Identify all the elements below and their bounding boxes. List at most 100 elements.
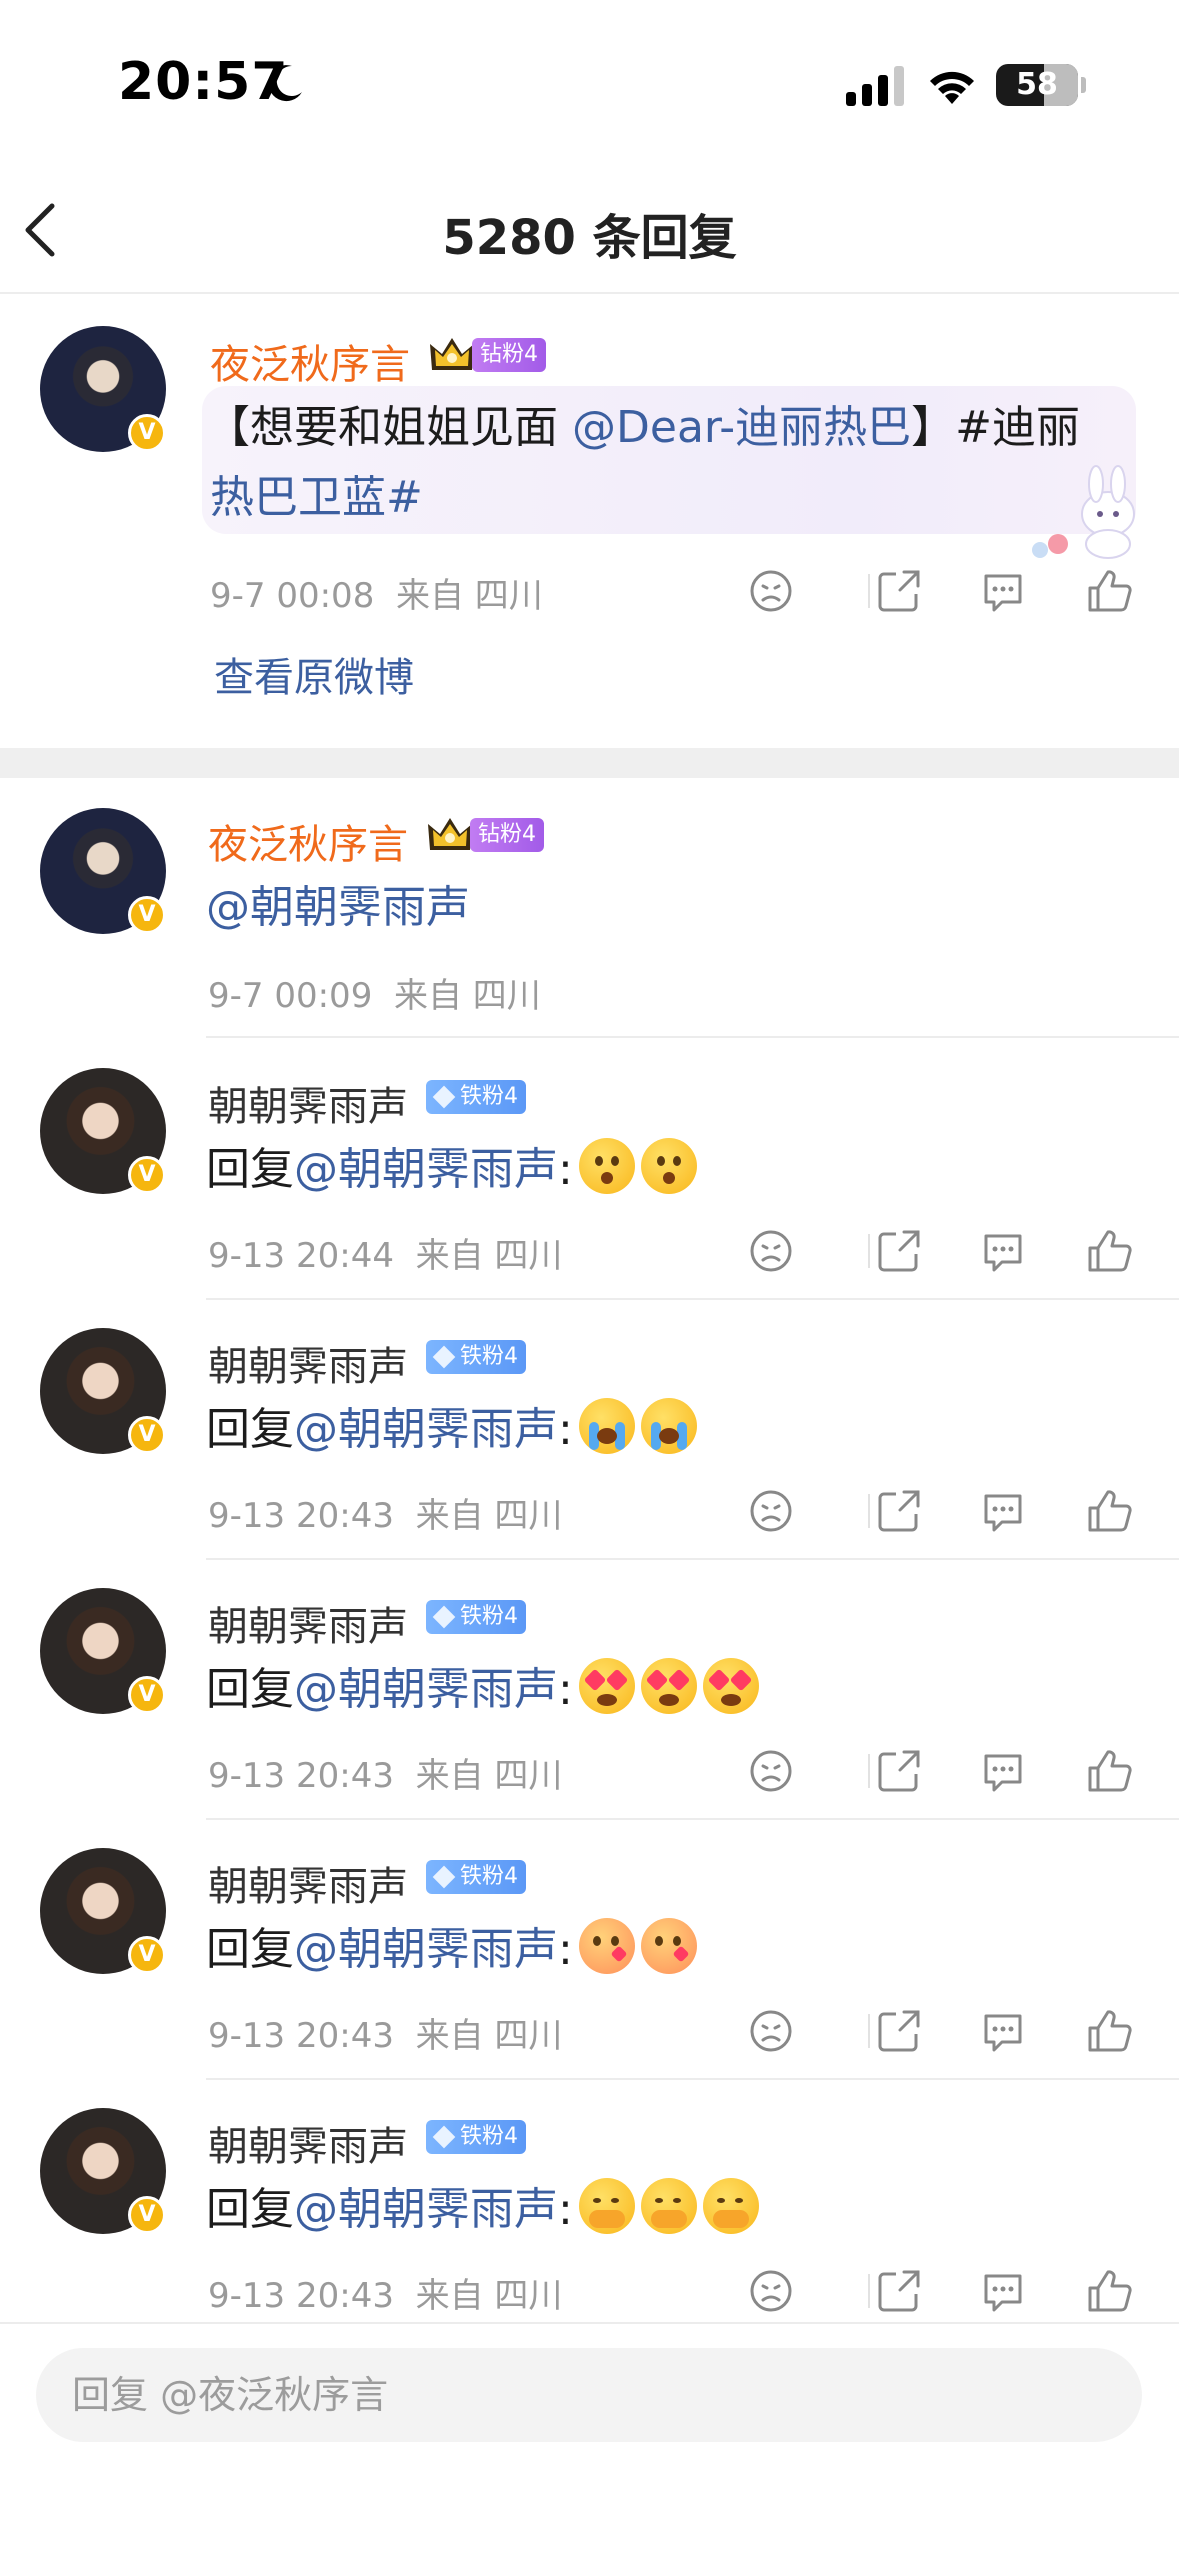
mention-link[interactable]: @Dear-迪丽热巴	[572, 402, 911, 453]
mention-link[interactable]: @朝朝霁雨声	[294, 1404, 558, 1455]
divider	[206, 1036, 1179, 1038]
reply-text: 回复@朝朝霁雨声:	[206, 2174, 759, 2246]
diamond-icon	[432, 1605, 456, 1629]
dislike-face-icon[interactable]	[748, 2008, 794, 2054]
view-original-link[interactable]: 查看原微博	[214, 645, 414, 703]
comment-icon[interactable]	[980, 568, 1026, 614]
comment-icon[interactable]	[980, 1748, 1026, 1794]
verified-badge-icon: V	[128, 1936, 166, 1974]
comment-actions	[744, 1740, 1164, 1800]
reply-text: 回复@朝朝霁雨声:	[206, 1654, 759, 1726]
share-icon[interactable]	[876, 568, 922, 614]
comment-meta: 9-7 00:09 来自 四川	[208, 968, 541, 1017]
fan-badge: 铁粉4	[426, 1860, 526, 1894]
username[interactable]: 夜泛秋序言	[208, 812, 408, 870]
dislike-face-icon[interactable]	[748, 1488, 794, 1534]
comment-icon[interactable]	[980, 1488, 1026, 1534]
status-bar: 20:57 58	[0, 0, 1179, 160]
fan-badge-label: 铁粉4	[460, 2124, 518, 2149]
like-thumb-icon[interactable]	[1086, 1228, 1132, 1274]
fan-badge-label: 铁粉4	[460, 1604, 518, 1629]
location: 来自 四川	[415, 1496, 563, 1536]
reply-prefix: 回复	[206, 1144, 294, 1195]
mention-link[interactable]: @朝朝霁雨声	[294, 2184, 558, 2235]
divider	[206, 2078, 1179, 2080]
username[interactable]: 朝朝霁雨声	[208, 1854, 408, 1912]
username[interactable]: 夜泛秋序言	[210, 332, 410, 390]
comment-text: 【想要和姐姐见面 @Dear-迪丽热巴】#迪丽	[206, 392, 1086, 464]
comment-meta: 9-13 20:43 来自 四川	[208, 1748, 562, 1797]
hashtag-link[interactable]: 热巴卫蓝#	[210, 462, 423, 534]
fan-badge: 铁粉4	[426, 2120, 526, 2154]
reply-colon: :	[558, 1664, 573, 1715]
moon-icon	[268, 65, 302, 102]
comment-actions	[744, 1480, 1164, 1540]
like-thumb-icon[interactable]	[1086, 568, 1132, 614]
dislike-face-icon[interactable]	[748, 1748, 794, 1794]
mention-link[interactable]: @朝朝霁雨声	[294, 1144, 558, 1195]
timestamp: 9-13 20:43	[208, 2016, 394, 2056]
kissing-heart-emoji-icon	[640, 1918, 697, 1974]
surprised-emoji-icon	[640, 1138, 697, 1194]
username[interactable]: 朝朝霁雨声	[208, 1074, 408, 1132]
like-thumb-icon[interactable]	[1086, 1748, 1132, 1794]
crying-emoji-icon	[578, 1398, 635, 1454]
fan-badge: 钻粉4	[470, 818, 544, 852]
reply-input[interactable]	[36, 2348, 1142, 2442]
kissing-heart-emoji-icon	[578, 1918, 635, 1974]
username[interactable]: 朝朝霁雨声	[208, 1594, 408, 1652]
heart-eyes-emoji-icon	[702, 1658, 759, 1714]
hand-over-mouth-emoji-icon	[578, 2178, 635, 2234]
reply-prefix: 回复	[206, 1404, 294, 1455]
comment-meta: 9-13 20:44 来自 四川	[208, 1228, 562, 1277]
divider	[206, 1558, 1179, 1560]
wifi-icon	[930, 71, 974, 104]
like-thumb-icon[interactable]	[1086, 2268, 1132, 2314]
timestamp: 9-13 20:44	[208, 1236, 394, 1276]
battery-percent: 58	[1016, 67, 1058, 102]
location: 来自 四川	[415, 2016, 563, 2056]
comment-icon[interactable]	[980, 2268, 1026, 2314]
fan-badge: 钻粉4	[472, 338, 546, 372]
bunny-decoration-icon	[1032, 465, 1135, 559]
comment-icon[interactable]	[980, 2008, 1026, 2054]
comment-icon[interactable]	[980, 1228, 1026, 1274]
dislike-face-icon[interactable]	[748, 568, 794, 614]
like-thumb-icon[interactable]	[1086, 1488, 1132, 1534]
share-icon[interactable]	[876, 1228, 922, 1274]
battery-icon: 58	[996, 64, 1078, 106]
verified-badge-icon: V	[128, 1416, 166, 1454]
page-title: 5280 条回复	[442, 210, 737, 266]
mention-link[interactable]: @朝朝霁雨声	[294, 1664, 558, 1715]
hand-over-mouth-emoji-icon	[702, 2178, 759, 2234]
location: 来自 四川	[415, 1236, 563, 1276]
mention-link[interactable]: @朝朝霁雨声	[294, 1924, 558, 1975]
share-icon[interactable]	[876, 2008, 922, 2054]
fan-badge: 铁粉4	[426, 1600, 526, 1634]
dislike-face-icon[interactable]	[748, 1228, 794, 1274]
fan-badge-label: 铁粉4	[460, 1084, 518, 1109]
verified-badge-icon: V	[128, 1156, 166, 1194]
location: 来自 四川	[415, 2276, 563, 2316]
reply-prefix: 回复	[206, 1924, 294, 1975]
username[interactable]: 朝朝霁雨声	[208, 1334, 408, 1392]
diamond-icon	[432, 1865, 456, 1889]
comment-actions	[744, 560, 1164, 620]
comment-meta: 9-7 00:08 来自 四川	[210, 568, 543, 617]
like-thumb-icon[interactable]	[1086, 2008, 1132, 2054]
username[interactable]: 朝朝霁雨声	[208, 2114, 408, 2172]
fan-badge: 铁粉4	[426, 1340, 526, 1374]
comment-meta: 9-13 20:43 来自 四川	[208, 1488, 562, 1537]
fan-badge-label: 铁粉4	[460, 1344, 518, 1369]
share-icon[interactable]	[876, 1748, 922, 1794]
comment-text-prefix: 【想要和姐姐见面	[206, 402, 572, 453]
dislike-face-icon[interactable]	[748, 2268, 794, 2314]
share-icon[interactable]	[876, 2268, 922, 2314]
verified-badge-icon: V	[128, 2196, 166, 2234]
heart-eyes-emoji-icon	[640, 1658, 697, 1714]
share-icon[interactable]	[876, 1488, 922, 1534]
mention-link[interactable]: @朝朝霁雨声	[206, 872, 470, 944]
verified-badge-icon: V	[128, 896, 166, 934]
reply-colon: :	[558, 1404, 573, 1455]
crown-icon	[430, 338, 474, 370]
